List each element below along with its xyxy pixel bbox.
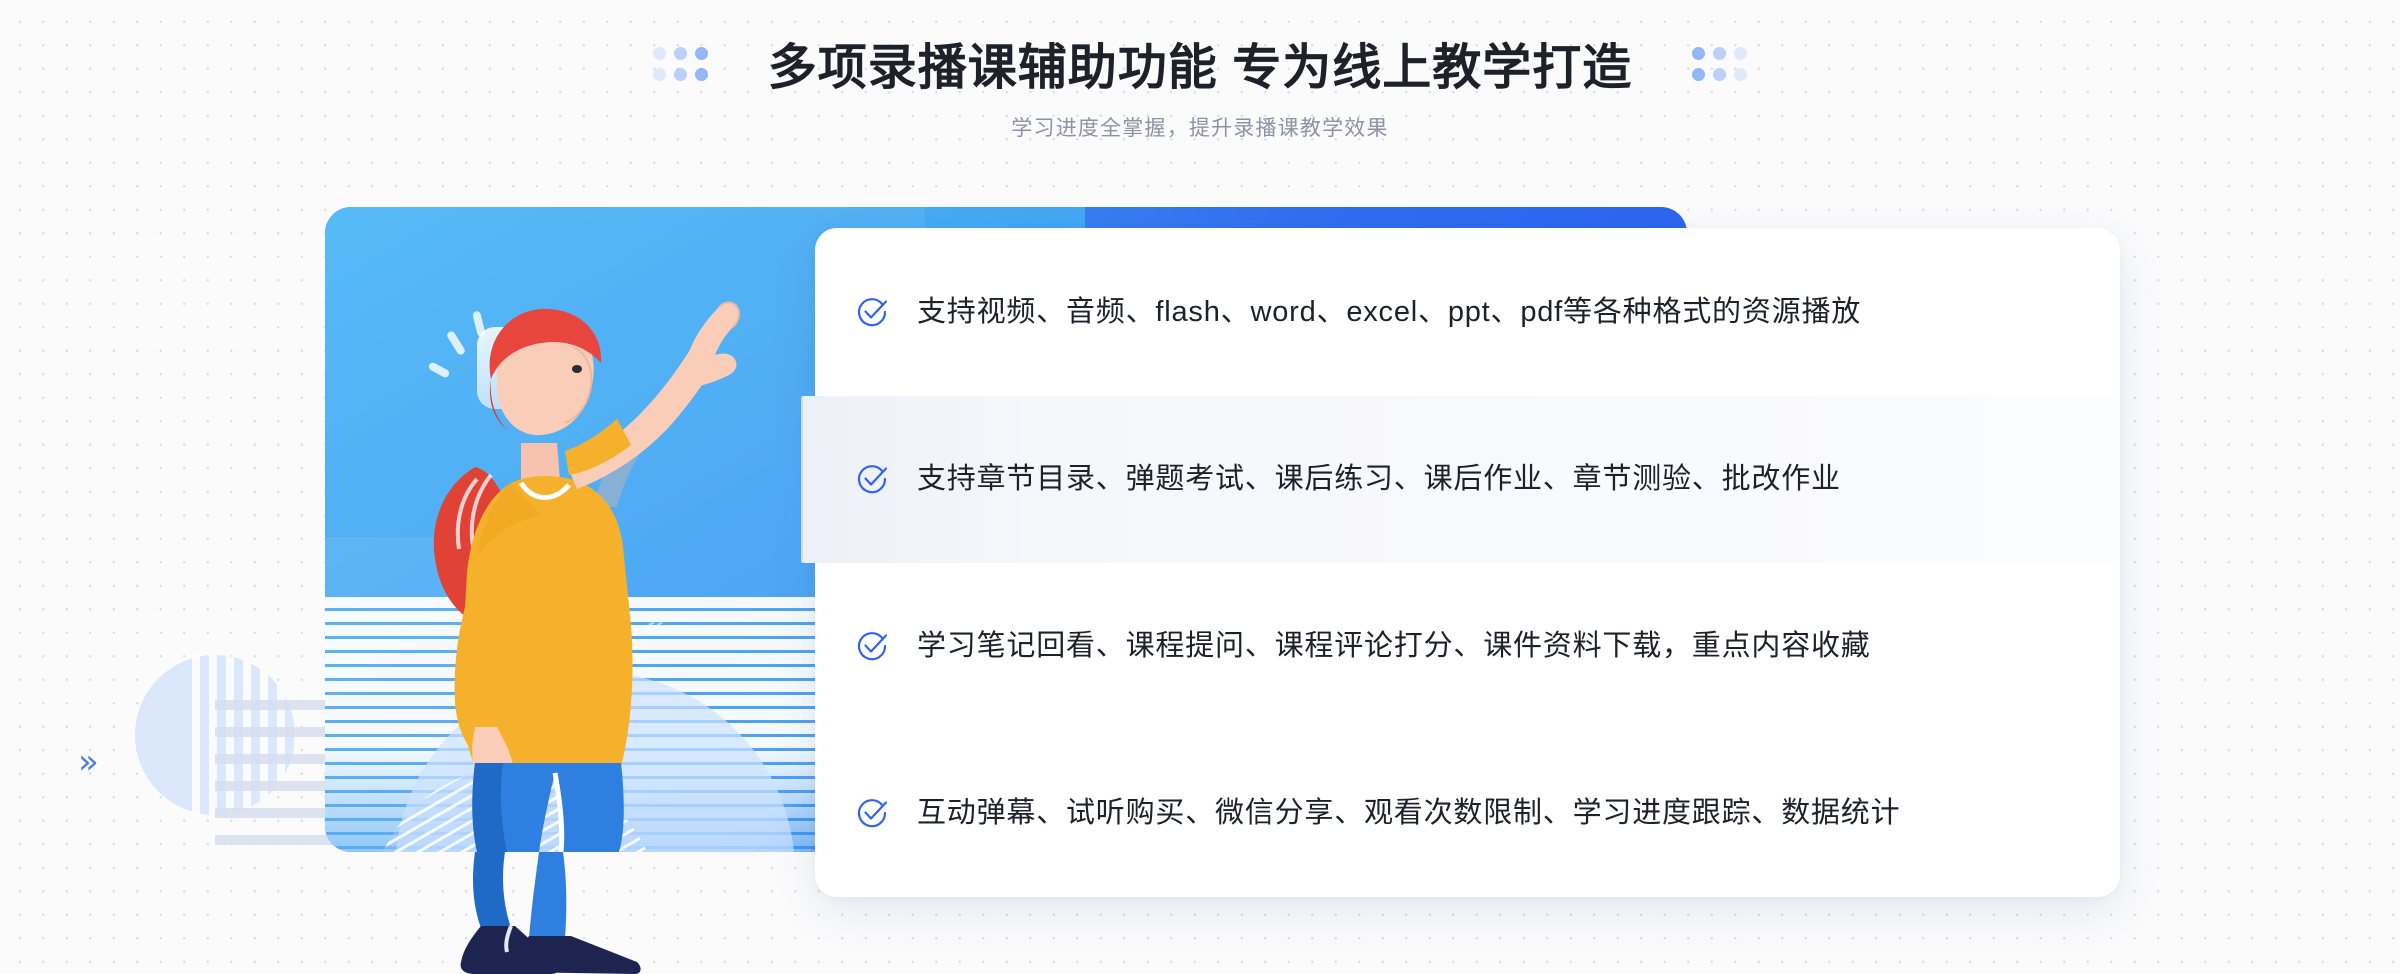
check-circle-icon [857, 632, 888, 661]
page-title: 多项录播课辅助功能 专为线上教学打造 [767, 41, 1633, 95]
check-circle-icon [857, 298, 888, 327]
feature-card: 支持视频、音频、flash、word、excel、ppt、pdf等各种格式的资源… [803, 228, 2120, 897]
feature-text: 学习笔记回看、课程提问、课程评论打分、课件资料下载，重点内容收藏 [917, 629, 1871, 662]
page-stage: 多项录播课辅助功能 专为线上教学打造 学习进度全掌握，提升录播课教学效果 » « [0, 0, 2400, 974]
feature-list: 支持视频、音频、flash、word、excel、ppt、pdf等各种格式的资源… [803, 228, 2120, 897]
feature-row[interactable]: 支持视频、音频、flash、word、excel、ppt、pdf等各种格式的资源… [815, 229, 2120, 396]
feature-row[interactable]: 学习笔记回看、课程提问、课程评论打分、课件资料下载，重点内容收藏 [815, 563, 2120, 730]
chevron-double-right-icon: » [78, 742, 99, 782]
feature-row[interactable]: 互动弹幕、试听购买、微信分享、观看次数限制、学习进度跟踪、数据统计 [815, 730, 2120, 897]
play-triangle-icon [519, 351, 549, 385]
feature-text: 支持章节目录、弹题考试、课后练习、课后作业、章节测验、批改作业 [917, 462, 1841, 495]
dot-grid-icon-right [1692, 46, 1748, 81]
chevron-double-left-icon: « [643, 604, 667, 648]
page-header: 多项录播课辅助功能 专为线上教学打造 学习进度全掌握，提升录播课教学效果 [0, 0, 2400, 170]
feature-text: 互动弹幕、试听购买、微信分享、观看次数限制、学习进度跟踪、数据统计 [917, 796, 1901, 829]
feature-text: 支持视频、音频、flash、word、excel、ppt、pdf等各种格式的资源… [917, 295, 1862, 328]
check-circle-icon [857, 465, 888, 494]
dot-grid-icon-left [652, 46, 708, 81]
play-button-bubble-icon [477, 327, 585, 430]
feature-row[interactable]: 支持章节目录、弹题考试、课后练习、课后作业、章节测验、批改作业 [803, 395, 2120, 563]
title-row: 多项录播课辅助功能 专为线上教学打造 [0, 28, 2400, 99]
check-circle-icon [857, 799, 888, 828]
page-subtitle: 学习进度全掌握，提升录播课教学效果 [1011, 117, 1389, 140]
